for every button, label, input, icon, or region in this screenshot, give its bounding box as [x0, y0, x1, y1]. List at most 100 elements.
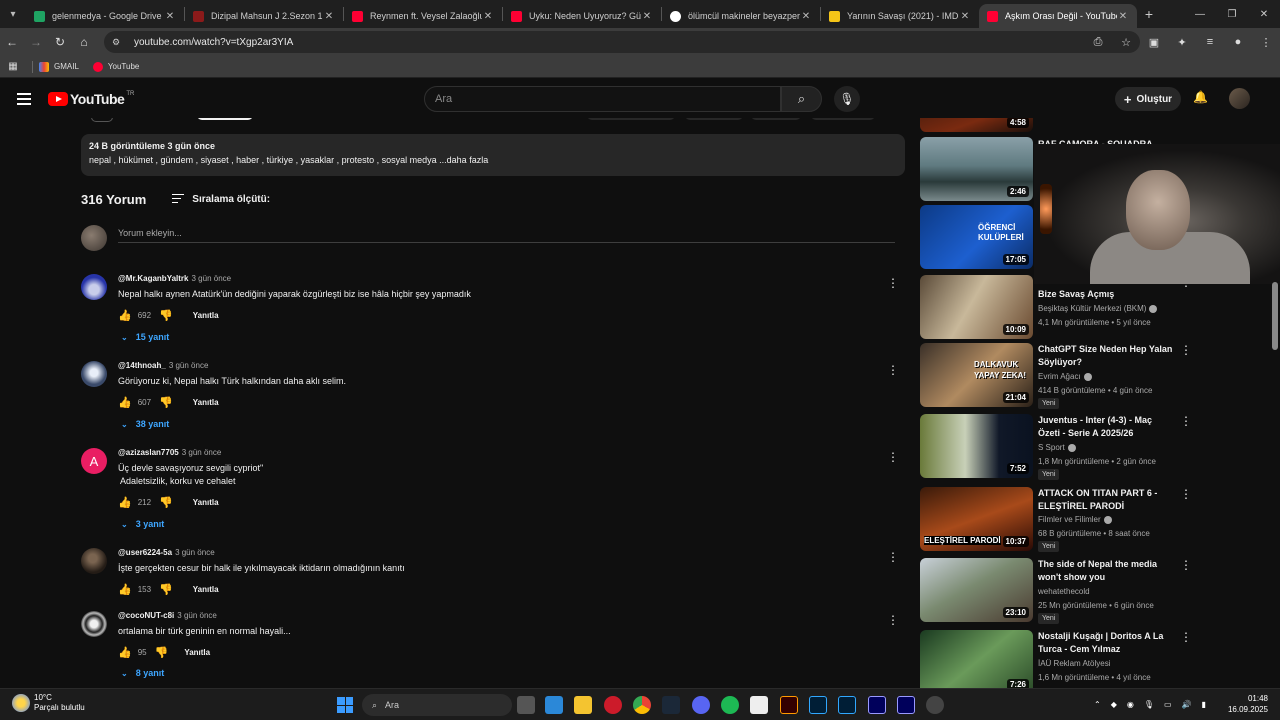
description-box[interactable]: 24 B görüntüleme 3 gün önce nepal , hükü…	[81, 134, 905, 176]
forward-icon[interactable]: →	[24, 35, 48, 49]
browser-tab[interactable]: gelenmedya - Google Drive ✕	[26, 4, 184, 28]
reply-button[interactable]: Yanıtla	[193, 311, 219, 320]
spotify-icon[interactable]	[721, 696, 739, 714]
home-icon[interactable]: ⌂	[72, 35, 96, 49]
reply-button[interactable]: Yanıtla	[193, 398, 219, 407]
comment-time[interactable]: 3 gün önce	[192, 274, 232, 283]
battery-icon[interactable]: ▮	[1202, 700, 1206, 709]
opera-icon[interactable]	[604, 696, 622, 714]
bookmark-gmail[interactable]: GMAIL	[39, 61, 79, 72]
reply-button[interactable]: Yanıtla	[184, 648, 210, 657]
video-thumbnail[interactable]: ELEŞTİREL PARODİ 10:37	[920, 487, 1033, 551]
start-button-icon[interactable]	[337, 697, 353, 713]
premiere-icon[interactable]	[897, 696, 915, 714]
video-thumbnail[interactable]: 4:58	[920, 118, 1033, 132]
illustrator-icon[interactable]	[780, 696, 798, 714]
clock[interactable]: 01:48 16.09.2025	[1218, 693, 1268, 715]
search-button[interactable]: ⌕	[781, 86, 822, 112]
profile-icon[interactable]: ●	[1224, 36, 1252, 48]
add-comment-input[interactable]: Yorum ekleyin...	[118, 228, 182, 238]
create-button[interactable]: + Oluştur	[1115, 87, 1181, 111]
comment-menu-icon[interactable]: ⋮	[887, 450, 899, 464]
back-icon[interactable]: ←	[0, 35, 24, 49]
install-icon[interactable]: ⎙	[1084, 36, 1112, 49]
comment-author[interactable]: @user6224-5a	[118, 548, 172, 557]
minimize-icon[interactable]: —	[1184, 0, 1216, 28]
browser-tab[interactable]: Yarının Savaşı (2021) - IMDb ✕	[821, 4, 979, 28]
dislike-icon[interactable]: 👎	[159, 309, 173, 322]
media-icon[interactable]: ≡	[1196, 36, 1224, 48]
close-window-icon[interactable]: ✕	[1248, 0, 1280, 28]
bookmark-star-icon[interactable]: ☆	[1112, 36, 1140, 49]
volume-icon[interactable]: 🔊	[1182, 700, 1192, 709]
view-replies-button[interactable]: ⌄ 3 yanıt	[121, 519, 164, 529]
close-icon[interactable]: ✕	[800, 11, 812, 22]
photoshop-icon[interactable]	[809, 696, 827, 714]
browser-tab[interactable]: Reynmen ft. Veysel Zalaoğlu - Ye✕	[344, 4, 502, 28]
like-icon[interactable]: 👍	[118, 496, 132, 509]
puzzle-icon[interactable]: ✦	[1168, 36, 1196, 49]
close-icon[interactable]: ✕	[323, 11, 335, 22]
close-icon[interactable]: ✕	[482, 11, 494, 22]
page-scrollbar[interactable]	[1272, 282, 1278, 350]
video-title[interactable]: Juventus - Inter (4-3) - Maç Özeti - Ser…	[1038, 414, 1174, 440]
like-icon[interactable]: 👍	[118, 396, 132, 409]
task-view-icon[interactable]	[517, 696, 535, 714]
close-icon[interactable]: ✕	[1117, 11, 1129, 22]
comment-time[interactable]: 3 gün önce	[175, 548, 215, 557]
video-thumbnail[interactable]: 10:09	[920, 275, 1033, 339]
view-replies-button[interactable]: ⌄ 15 yanıt	[121, 332, 169, 342]
after-effects-icon[interactable]	[868, 696, 886, 714]
account-avatar[interactable]	[1229, 88, 1250, 109]
security-icon[interactable]: ◆	[1111, 700, 1117, 709]
reply-button[interactable]: Yanıtla	[193, 498, 219, 507]
display-icon[interactable]: ▭	[1164, 700, 1172, 709]
channel-name[interactable]: İAÜ Reklam Atölyesi	[1038, 659, 1110, 668]
file-explorer-icon[interactable]	[574, 696, 592, 714]
sort-button[interactable]: Sıralama ölçütü:	[172, 193, 270, 206]
voice-search-icon[interactable]: 🎙	[834, 86, 860, 112]
comment-author[interactable]: @Mr.KaganbYaltrk	[118, 274, 189, 283]
like-icon[interactable]: 👍	[118, 309, 132, 322]
dislike-icon[interactable]: 👎	[159, 396, 173, 409]
browser-tab[interactable]: ölümcül makineler beyazperde ✕	[662, 4, 820, 28]
comment-author[interactable]: @cocoNUT-c8i	[118, 611, 174, 620]
comment-menu-icon[interactable]: ⋮	[887, 550, 899, 564]
video-title[interactable]: ATTACK ON TITAN PART 6 - ELEŞTİREL PAROD…	[1038, 487, 1174, 513]
hamburger-menu-icon[interactable]	[17, 93, 31, 108]
comment-menu-icon[interactable]: ⋮	[887, 276, 899, 290]
url-bar[interactable]: ⚙ youtube.com/watch?v=tXgp2ar3YIA	[104, 31, 1140, 53]
channel-name[interactable]: Filmler ve Filimler	[1038, 515, 1112, 524]
close-icon[interactable]: ✕	[164, 11, 176, 22]
channel-name[interactable]: Evrim Ağacı	[1038, 372, 1092, 381]
new-tab-button[interactable]: +	[1137, 6, 1161, 22]
site-info-icon[interactable]: ⚙	[112, 37, 126, 48]
video-thumbnail[interactable]: 7:26	[920, 630, 1033, 688]
close-icon[interactable]: ✕	[959, 11, 971, 22]
commenter-avatar[interactable]	[81, 548, 107, 574]
view-replies-button[interactable]: ⌄ 38 yanıt	[121, 419, 169, 429]
reply-button[interactable]: Yanıtla	[193, 585, 219, 594]
reload-icon[interactable]: ↻	[48, 35, 72, 49]
dislike-icon[interactable]: 👎	[155, 646, 169, 659]
commenter-avatar[interactable]	[81, 274, 107, 300]
video-thumbnail[interactable]: ÖĞRENCİ KULÜPLERİ 17:05	[920, 205, 1033, 269]
search-input[interactable]: Ara	[424, 86, 781, 112]
video-thumbnail[interactable]: 23:10	[920, 558, 1033, 622]
video-thumbnail[interactable]: 2:46	[920, 137, 1033, 201]
close-icon[interactable]: ✕	[641, 11, 653, 22]
menu-icon[interactable]: ⋮	[1252, 36, 1280, 49]
discord-icon[interactable]	[692, 696, 710, 714]
video-title[interactable]: Nostalji Kuşağı | Doritos A La Turca - C…	[1038, 630, 1174, 656]
comment-author[interactable]: @azizaslan7705	[118, 448, 179, 457]
video-menu-icon[interactable]: ⋮	[1180, 487, 1192, 501]
like-icon[interactable]: 👍	[118, 646, 132, 659]
channel-name[interactable]: wehatethecold	[1038, 587, 1090, 596]
video-menu-icon[interactable]: ⋮	[1180, 558, 1192, 572]
video-menu-icon[interactable]: ⋮	[1180, 630, 1192, 644]
video-thumbnail[interactable]: DALKAVUK YAPAY ZEKA! 21:04	[920, 343, 1033, 407]
dislike-icon[interactable]: 👎	[159, 583, 173, 596]
weather-widget[interactable]: 10°C Parçalı bulutlu	[12, 693, 85, 713]
notepad-icon[interactable]	[750, 696, 768, 714]
taskbar-search[interactable]: ⌕ Ara	[362, 694, 512, 716]
